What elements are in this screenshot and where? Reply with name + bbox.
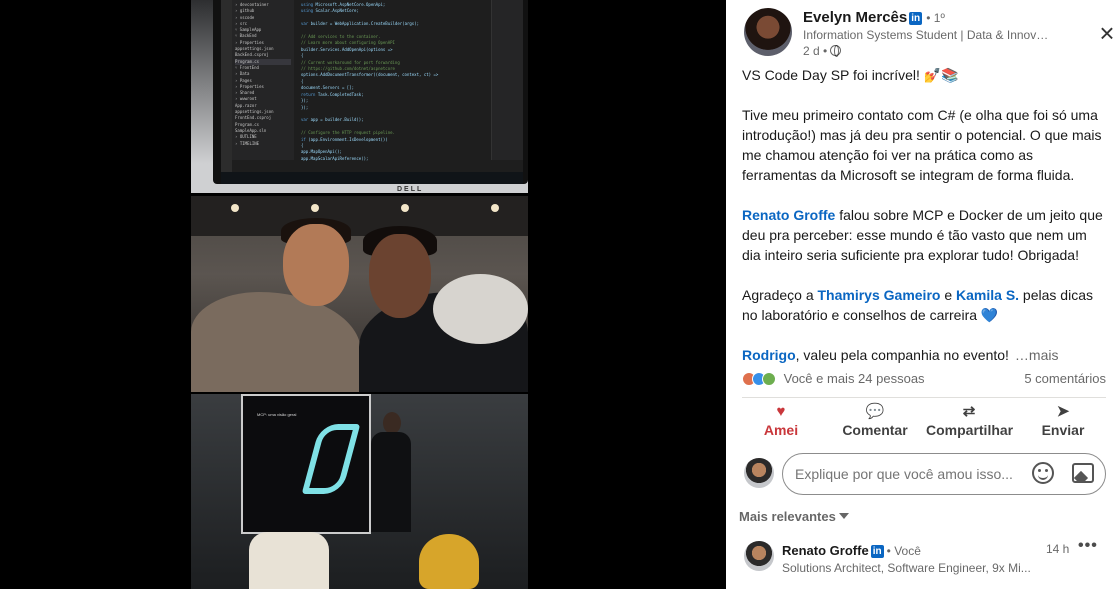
send-button[interactable]: ➤ Enviar bbox=[1020, 402, 1106, 444]
post-paragraph-5: Rodrigo, valeu pela companhia no evento!… bbox=[742, 345, 1106, 365]
comment-time: 14 h bbox=[1046, 542, 1070, 556]
post-time-text: 2 d • bbox=[803, 44, 828, 58]
linkedin-premium-icon: in bbox=[870, 545, 884, 558]
send-label: Enviar bbox=[1041, 422, 1085, 438]
comment-button[interactable]: 💬 Comentar bbox=[832, 402, 918, 444]
post-paragraph-3: Renato Groffe falou sobre MCP e Docker d… bbox=[742, 205, 1106, 265]
commenter-name[interactable]: Renato Groffe in • Você bbox=[782, 543, 921, 558]
post-panel: Evelyn Mercês in • 1º Information Systems … bbox=[726, 0, 1114, 589]
mention-rodrigo[interactable]: Rodrigo bbox=[742, 347, 796, 363]
post-text: VS Code Day SP foi incrível! 💅📚 Tive meu… bbox=[742, 65, 1106, 365]
slide-title: MCP: uma visão geral bbox=[257, 412, 297, 417]
comment-sort-dropdown[interactable]: Mais relevantes bbox=[739, 509, 849, 524]
post-time: 2 d • bbox=[803, 44, 842, 58]
editor-screen: › devcontainer › github › vscode › src ˅ Sa… bbox=[221, 0, 523, 172]
comment-composer bbox=[744, 453, 1106, 495]
more-options-icon[interactable]: ••• bbox=[1078, 537, 1098, 555]
share-label: Compartilhar bbox=[926, 422, 1014, 438]
connection-degree: • 1º bbox=[926, 11, 945, 25]
send-icon: ➤ bbox=[1056, 403, 1070, 420]
paragraph-4-start: Agradeço a bbox=[742, 287, 818, 303]
comment-icon: 💬 bbox=[865, 403, 885, 420]
current-user-avatar bbox=[744, 458, 774, 488]
author-avatar[interactable] bbox=[744, 8, 792, 56]
comment-input[interactable] bbox=[782, 453, 1106, 495]
image-viewer: › devcontainer › github › vscode › src ˅ Sa… bbox=[0, 0, 726, 589]
sort-label: Mais relevantes bbox=[739, 509, 836, 524]
mcp-logo bbox=[301, 424, 361, 494]
commenter-relation: • Você bbox=[886, 544, 921, 558]
love-button[interactable]: ♥ Amei bbox=[738, 402, 824, 444]
repost-icon: ⇄ bbox=[962, 403, 976, 420]
divider bbox=[742, 397, 1106, 398]
social-counts: Você e mais 24 pessoas 5 comentários bbox=[742, 371, 1106, 391]
post-paragraph-2: Tive meu primeiro contato com C# (e olha… bbox=[742, 107, 1102, 183]
share-button[interactable]: ⇄ Compartilhar bbox=[926, 402, 1014, 444]
caret-down-icon bbox=[838, 513, 849, 519]
post-viewer-modal: › devcontainer › github › vscode › src ˅ Sa… bbox=[0, 0, 1114, 589]
mention-kamila[interactable]: Kamila S. bbox=[956, 287, 1019, 303]
post-paragraph-4: Agradeço a Thamirys Gameiro e Kamila S. … bbox=[742, 285, 1106, 325]
projection-screen: MCP: uma visão geral bbox=[241, 394, 371, 534]
mention-renato[interactable]: Renato Groffe bbox=[742, 207, 835, 223]
commenter-name-text[interactable]: Renato Groffe bbox=[782, 543, 869, 558]
comment-item: Renato Groffe in • Você Solutions Architec… bbox=[744, 537, 1106, 589]
linkedin-premium-icon: in bbox=[909, 12, 923, 25]
author-name-text[interactable]: Evelyn Mercês bbox=[803, 9, 907, 26]
commenter-avatar[interactable] bbox=[744, 541, 774, 571]
photo-selfie bbox=[191, 196, 528, 392]
photo-collage[interactable]: › devcontainer › github › vscode › src ˅ Sa… bbox=[191, 0, 528, 589]
see-more-link[interactable]: …mais bbox=[1015, 347, 1059, 363]
paragraph-4-mid: e bbox=[940, 287, 957, 303]
heart-icon: ♥ bbox=[776, 403, 786, 420]
comments-count[interactable]: 5 comentários bbox=[1024, 371, 1106, 386]
reactions-count[interactable]: Você e mais 24 pessoas bbox=[784, 371, 925, 386]
close-icon[interactable]: × bbox=[1094, 20, 1114, 47]
speaker bbox=[371, 412, 411, 532]
emoji-icon[interactable] bbox=[1032, 462, 1054, 484]
comment-label: Comentar bbox=[842, 422, 908, 438]
image-icon[interactable] bbox=[1072, 463, 1094, 483]
love-label: Amei bbox=[763, 422, 799, 438]
photo-presentation: MCP: uma visão geral bbox=[191, 394, 528, 589]
action-bar: ♥ Amei 💬 Comentar ⇄ Compartilhar ➤ Envia… bbox=[738, 402, 1106, 444]
commenter-headline: Solutions Architect, Software Engineer, … bbox=[782, 561, 1031, 575]
post-line-1: VS Code Day SP foi incrível! 💅📚 bbox=[742, 67, 959, 83]
celebrate-reaction-icon bbox=[762, 372, 776, 386]
author-name[interactable]: Evelyn Mercês in • 1º bbox=[803, 9, 945, 26]
post-header: Evelyn Mercês in • 1º Information Systems … bbox=[744, 8, 1114, 60]
monitor-logo: DELL bbox=[397, 186, 424, 193]
author-headline: Information Systems Student | Data & Inn… bbox=[803, 28, 1053, 42]
mention-thamirys[interactable]: Thamirys Gameiro bbox=[818, 287, 941, 303]
paragraph-5-text: , valeu pela companhia no evento! bbox=[795, 347, 1009, 363]
globe-icon bbox=[830, 45, 842, 57]
photo-code-editor: › devcontainer › github › vscode › src ˅ Sa… bbox=[191, 0, 528, 193]
